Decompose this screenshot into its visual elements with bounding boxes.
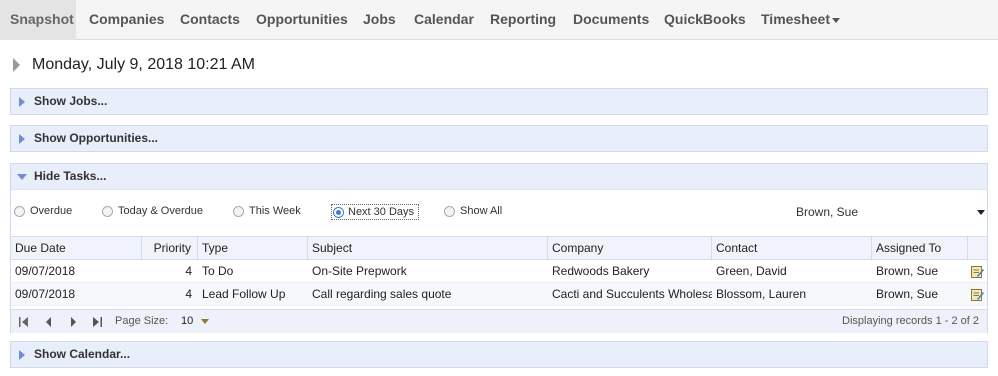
tasks-section-toggle[interactable]: Hide Tasks... <box>11 164 987 190</box>
assignee-dropdown[interactable]: Brown, Sue <box>791 202 987 222</box>
filter-this-week[interactable]: This Week <box>233 204 323 220</box>
col-assigned-to[interactable]: Assigned To <box>872 237 968 260</box>
radio-icon <box>233 206 244 217</box>
col-priority[interactable]: Priority <box>142 237 198 260</box>
filter-next-30-days[interactable]: Next 30 Days <box>331 204 419 220</box>
expand-arrow-icon <box>19 134 25 144</box>
cell-assigned-to: Brown, Sue <box>876 287 939 301</box>
records-status: Displaying records 1 - 2 of 2 <box>842 315 979 327</box>
radio-icon <box>14 206 25 217</box>
nav-contacts[interactable]: Contacts <box>180 0 240 40</box>
filter-label: Overdue <box>30 205 73 217</box>
page-size-select[interactable]: 10 <box>181 315 210 327</box>
cell-company: Cacti and Succulents Wholesale <box>552 287 712 301</box>
top-nav: Snapshot Companies Contacts Opportunitie… <box>0 0 998 40</box>
cell-subject: Call regarding sales quote <box>312 287 452 301</box>
filter-label: This Week <box>249 205 301 217</box>
cell-subject: On-Site Prepwork <box>312 264 407 278</box>
page-size-value: 10 <box>181 315 194 327</box>
jobs-section-title: Show Jobs... <box>34 94 108 108</box>
table-row[interactable]: 09/07/2018 4 To Do On-Site Prepwork Redw… <box>11 260 987 283</box>
expand-arrow-icon <box>19 350 25 360</box>
filter-today-overdue[interactable]: Today & Overdue <box>102 204 222 220</box>
first-page-icon[interactable] <box>18 316 30 328</box>
chevron-down-icon <box>977 210 985 215</box>
edit-task-icon[interactable] <box>971 265 984 278</box>
next-page-icon[interactable] <box>67 316 79 328</box>
opportunities-section-toggle[interactable]: Show Opportunities... <box>11 126 987 152</box>
cell-priority: 4 <box>185 264 192 278</box>
cell-type: Lead Follow Up <box>202 287 286 301</box>
cell-due-date: 09/07/2018 <box>15 264 76 278</box>
filter-label: Today & Overdue <box>118 205 203 217</box>
filter-label: Next 30 Days <box>348 206 415 218</box>
col-due-date[interactable]: Due Date <box>11 237 142 260</box>
col-company[interactable]: Company <box>548 237 712 260</box>
nav-companies[interactable]: Companies <box>89 0 164 40</box>
calendar-section-toggle[interactable]: Show Calendar... <box>11 342 987 368</box>
col-subject[interactable]: Subject <box>308 237 548 260</box>
grid-pager: Page Size: 10 Displaying records 1 - 2 o… <box>11 309 987 333</box>
prev-page-icon[interactable] <box>43 316 55 328</box>
opportunities-section-title: Show Opportunities... <box>34 131 158 145</box>
collapse-arrow-icon <box>17 174 27 180</box>
nav-opportunities[interactable]: Opportunities <box>256 0 348 40</box>
nav-timesheet-label: Timesheet <box>761 11 830 27</box>
jobs-section-toggle[interactable]: Show Jobs... <box>11 89 987 115</box>
nav-reporting[interactable]: Reporting <box>490 0 556 40</box>
filter-label: Show All <box>460 205 503 217</box>
expand-arrow-icon[interactable] <box>13 58 20 72</box>
cell-type: To Do <box>202 264 234 278</box>
current-date: Monday, July 9, 2018 10:21 AM <box>32 56 255 73</box>
nav-snapshot[interactable]: Snapshot <box>0 0 76 40</box>
jobs-section: Show Jobs... <box>10 88 988 115</box>
tasks-section: Hide Tasks... Overdue Today & Overdue Th… <box>10 163 988 333</box>
cell-priority: 4 <box>185 287 192 301</box>
radio-icon <box>444 206 455 217</box>
expand-arrow-icon <box>19 97 25 107</box>
calendar-section: Show Calendar... <box>10 341 988 368</box>
opportunities-section: Show Opportunities... <box>10 125 988 152</box>
cell-contact: Green, David <box>716 264 787 278</box>
cell-company: Redwoods Bakery <box>552 264 650 278</box>
nav-calendar[interactable]: Calendar <box>414 0 474 40</box>
filter-overdue[interactable]: Overdue <box>14 204 89 220</box>
chevron-down-icon <box>832 17 840 23</box>
assignee-value: Brown, Sue <box>796 205 859 219</box>
calendar-section-title: Show Calendar... <box>34 347 131 361</box>
table-row[interactable]: 09/07/2018 4 Lead Follow Up Call regardi… <box>11 283 987 306</box>
cell-contact: Blossom, Lauren <box>716 287 807 301</box>
edit-task-icon[interactable] <box>971 288 984 301</box>
filter-show-all[interactable]: Show All <box>444 204 524 220</box>
page-size-label: Page Size: <box>115 315 169 327</box>
nav-timesheet[interactable]: Timesheet <box>761 0 840 40</box>
nav-jobs[interactable]: Jobs <box>363 0 396 40</box>
last-page-icon[interactable] <box>91 316 103 328</box>
nav-quickbooks[interactable]: QuickBooks <box>664 0 746 40</box>
cell-due-date: 09/07/2018 <box>15 287 76 301</box>
cell-assigned-to: Brown, Sue <box>876 264 939 278</box>
nav-documents[interactable]: Documents <box>573 0 649 40</box>
radio-icon <box>102 206 113 217</box>
col-contact[interactable]: Contact <box>712 237 872 260</box>
radio-checked-icon <box>333 207 344 218</box>
chevron-down-icon <box>201 318 210 324</box>
col-type[interactable]: Type <box>198 237 308 260</box>
grid-header: Due Date Priority Type Subject Company C… <box>11 236 987 260</box>
col-actions <box>968 237 987 260</box>
tasks-section-title: Hide Tasks... <box>34 169 107 183</box>
